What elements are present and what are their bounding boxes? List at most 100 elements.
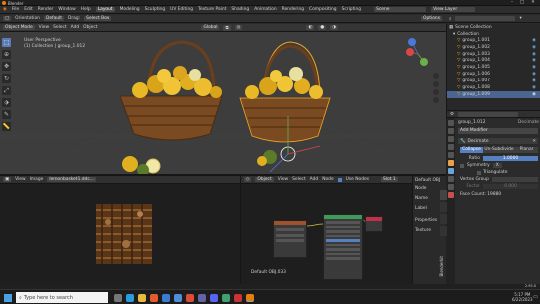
move-icon[interactable]: ✥ [2,62,11,71]
image-menu-image[interactable]: Image [30,177,44,182]
outliner-row[interactable]: ▽ group_1.004 ◉ [447,57,540,64]
modifier-name[interactable]: Decimate [467,139,488,144]
output-tab-icon[interactable] [447,136,454,142]
cursor-icon[interactable]: ⊕ [2,50,11,59]
object-tab-icon[interactable] [447,160,454,166]
system-clock[interactable]: 5:17 PM 6/22/2023 [512,292,533,302]
scale-icon[interactable]: ⤢ [2,86,11,95]
blender-taskbar-icon[interactable] [246,293,254,302]
visibility-icon[interactable]: ◉ [532,65,536,70]
image-menu-view[interactable]: View [15,177,25,182]
outliner-row[interactable]: ▽ group_1.007 ◉ [447,78,540,85]
tab-tool[interactable] [440,202,447,212]
visibility-icon[interactable]: ◉ [532,52,536,57]
tab-options[interactable] [440,226,447,236]
3d-viewport[interactable]: Object Mode View Select Add Object Globa… [0,24,446,174]
store-icon[interactable] [162,293,170,302]
particles-tab-icon[interactable] [447,176,454,182]
mode-collapse[interactable]: Collapse [460,147,483,153]
navigation-gizmo[interactable] [406,38,428,66]
scene-selector[interactable]: Scene [374,7,427,12]
firefox-icon[interactable] [150,293,158,302]
node-texture-label[interactable]: Texture [415,228,431,233]
visibility-icon[interactable]: ◉ [532,58,536,63]
rotate-icon[interactable]: ↻ [2,74,11,83]
tab-modeling[interactable]: Modeling [120,7,140,12]
windows-start-icon[interactable] [4,293,12,302]
outliner-filter-icon[interactable]: ⌕ [449,16,451,22]
close-modifier-icon[interactable]: ✕ [532,139,536,144]
visibility-icon[interactable]: ◉ [532,92,536,97]
visibility-icon[interactable]: ◉ [532,72,536,77]
tab-texture-paint[interactable]: Texture Paint [198,7,226,12]
outliner-row[interactable]: ▽ group_1.002 ◉ [447,44,540,51]
tab-view[interactable] [440,214,447,224]
node-properties-label[interactable]: Properties [415,218,437,223]
visibility-icon[interactable]: ◉ [532,38,536,43]
tool-tab-icon[interactable] [447,120,454,126]
visibility-icon[interactable]: ◉ [532,78,536,83]
tab-rendering[interactable]: Rendering [282,7,304,12]
basket-right-selected[interactable] [239,41,331,173]
teams-icon[interactable] [198,293,206,302]
tab-node[interactable] [440,190,447,200]
mail-icon[interactable] [174,293,182,302]
visibility-icon[interactable]: ◉ [532,85,536,90]
scene-tab-icon[interactable] [447,144,454,150]
notification-icon[interactable]: ▭ [533,294,538,300]
file-explorer-icon[interactable] [138,293,146,302]
tab-scripting[interactable]: Scripting [342,7,362,12]
outliner-row[interactable]: ▽ group_1.001 ◉ [447,37,540,44]
tab-animation[interactable]: Animation [254,7,276,12]
outliner-row[interactable]: ▽ group_1.006 ◉ [447,71,540,78]
outliner-search[interactable] [455,16,516,21]
orientation-dropdown[interactable]: Default [43,16,64,21]
basket-left[interactable] [119,40,223,174]
menu-help[interactable]: Help [81,7,91,12]
select-box-icon[interactable]: ⬚ [2,38,11,47]
discord-icon[interactable] [210,293,218,302]
drag-dropdown[interactable]: Select Box [84,16,112,21]
menu-window[interactable]: Window [58,7,75,12]
options-button[interactable]: Options [421,16,442,21]
app-icon[interactable] [222,293,230,302]
edge-icon[interactable] [126,293,134,302]
menu-render[interactable]: Render [38,7,54,12]
tab-sculpting[interactable]: Sculpting [145,7,166,12]
measure-icon[interactable]: 📏 [2,122,11,131]
properties-search[interactable] [457,111,518,117]
vertex-group-field[interactable] [491,177,538,182]
physics-tab-icon[interactable] [447,184,454,190]
ratio-field[interactable]: 1.0000 [483,156,538,161]
image-editor[interactable]: ▣ View Image lemonbasket1.ddc... [0,174,240,284]
transform-icon[interactable]: ⬗ [2,98,11,107]
funnel-icon[interactable]: ▾ [519,16,521,21]
symmetry-checkbox[interactable] [460,163,464,168]
symmetry-axis[interactable]: X [492,163,502,168]
factor-field[interactable]: 0.000 [483,184,538,189]
tab-compositing[interactable]: Compositing [309,7,337,12]
add-modifier-button[interactable]: Add Modifier [458,128,538,134]
annotate-icon[interactable]: ✎ [2,110,11,119]
mode-unsubdivide[interactable]: Un-Subdivide [482,147,516,153]
image-editor-type-icon[interactable]: ▣ [3,177,12,182]
menu-file[interactable]: File [12,7,19,12]
node-panel-title[interactable]: Node [415,186,426,191]
render-tab-icon[interactable] [447,128,454,134]
shader-node-editor[interactable]: ◇ Object View Select Add Node Use Nodes … [240,174,413,284]
triangulate-checkbox[interactable] [477,170,481,175]
chrome-icon[interactable] [186,293,194,302]
task-view-icon[interactable] [114,293,122,302]
tool-select-icon[interactable]: ▢ [3,16,12,21]
taskbar-search[interactable]: ⌕ Type here to search [16,292,108,303]
properties-icon[interactable]: ⚙ [450,112,454,117]
blender-menu-icon[interactable]: ◉ [3,7,7,12]
outliner-row[interactable]: ▽ group_1.005 ◉ [447,64,540,71]
world-tab-icon[interactable] [447,152,454,158]
view-layer-selector[interactable]: View Layer [431,7,476,12]
viewport-nav-buttons[interactable] [433,73,439,103]
tab-shading[interactable]: Shading [231,7,249,12]
outliner-row[interactable]: ▽ group_1.008 ◉ [447,84,540,91]
outliner-row[interactable]: ▾ Collection [447,31,540,38]
modifier-tab-icon[interactable] [447,168,454,174]
